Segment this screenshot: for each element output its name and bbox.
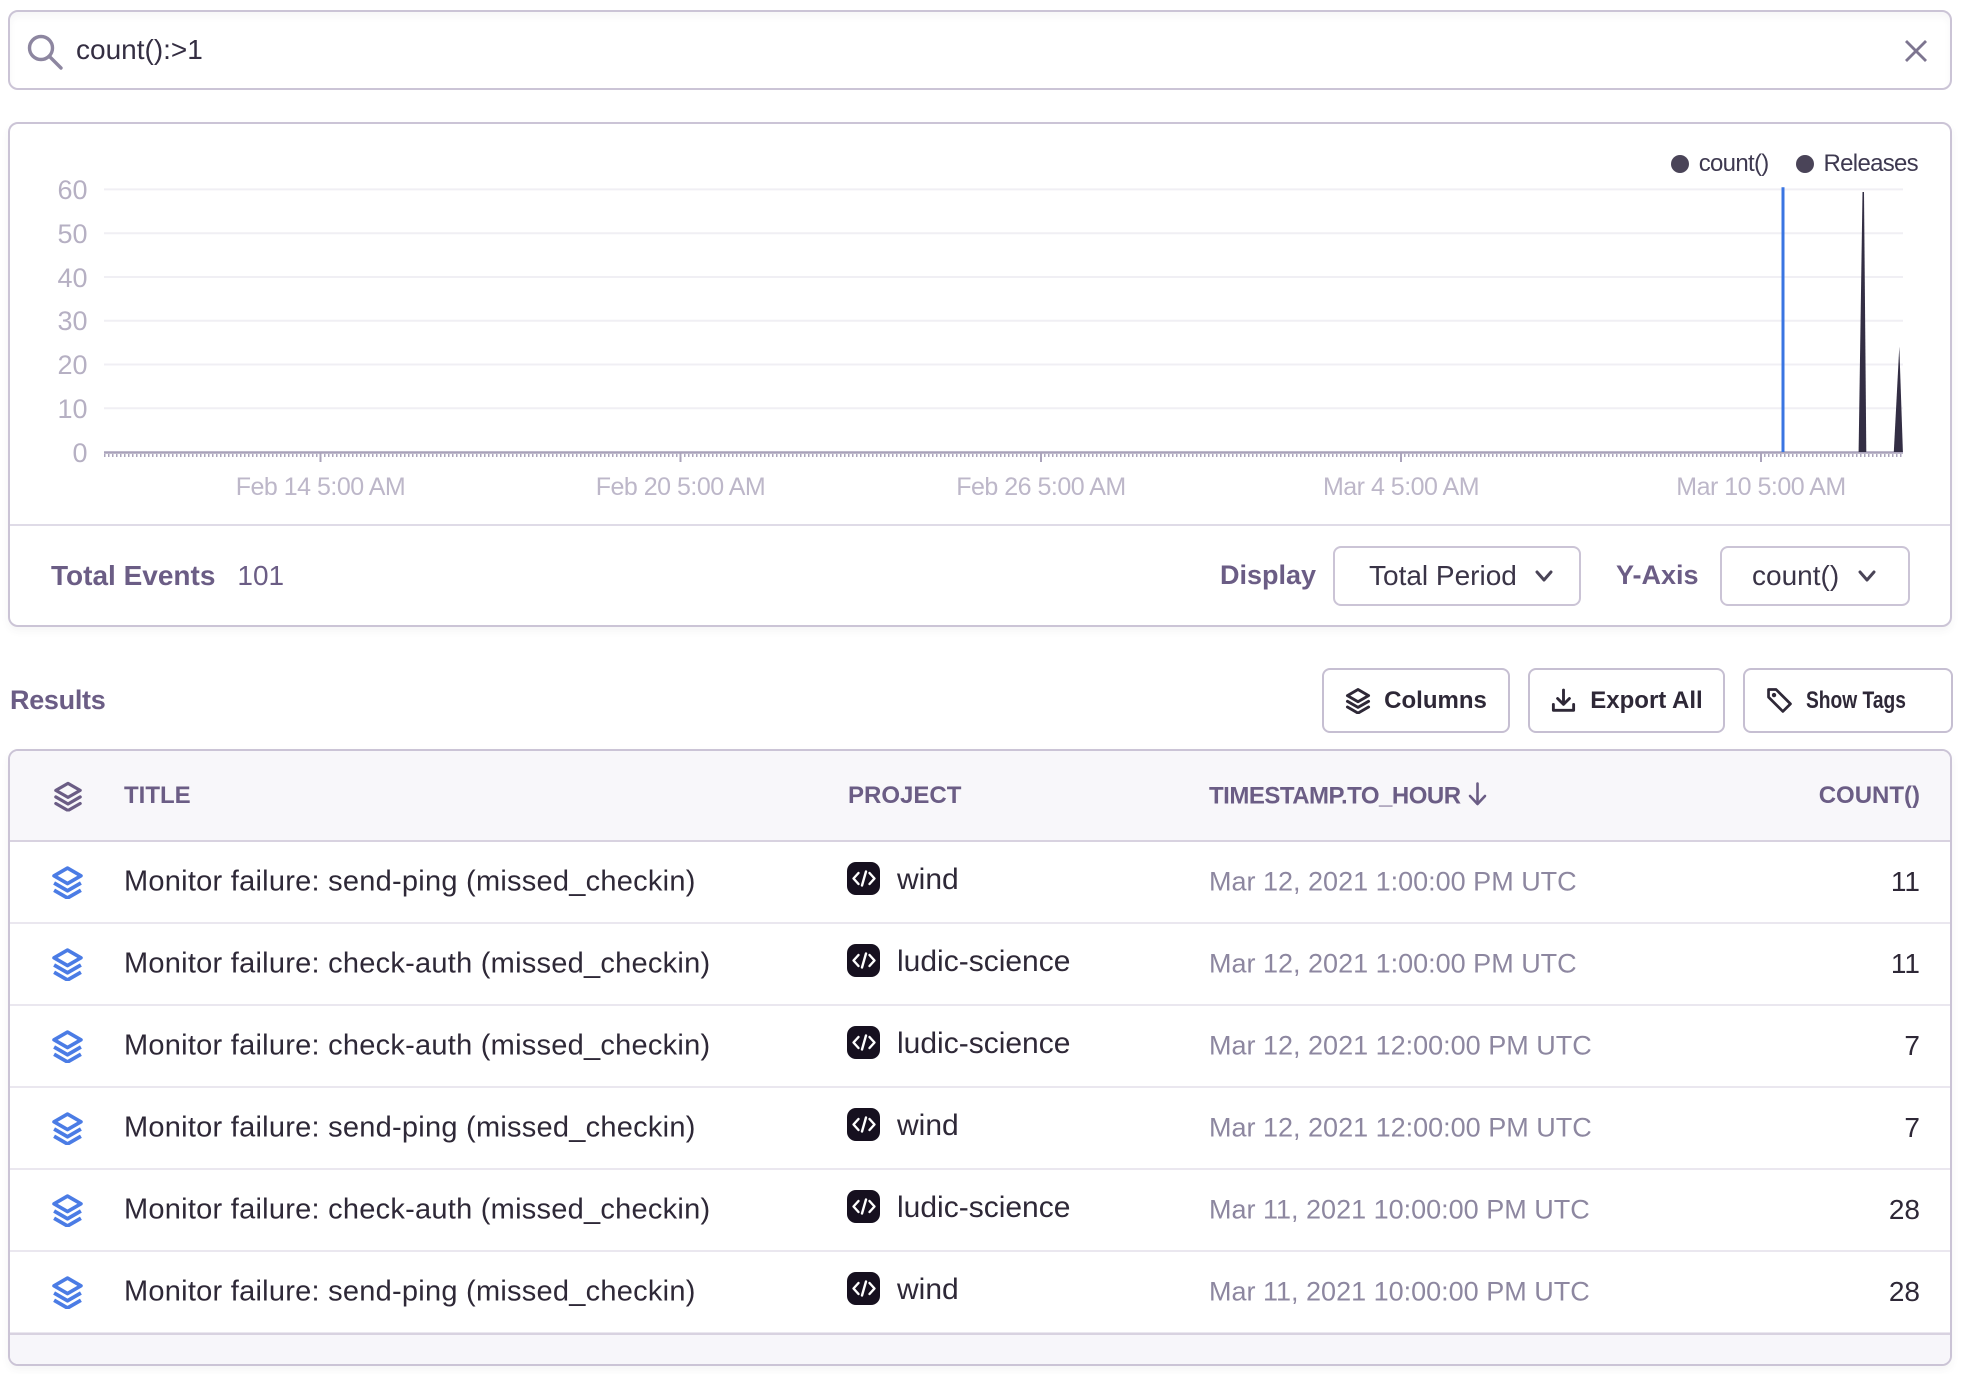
svg-text:Mar 4 5:00 AM: Mar 4 5:00 AM	[1323, 473, 1479, 501]
svg-text:30: 30	[57, 306, 87, 336]
svg-text:Mar 10 5:00 AM: Mar 10 5:00 AM	[1676, 473, 1845, 501]
svg-text:60: 60	[57, 175, 87, 205]
svg-text:40: 40	[57, 263, 87, 293]
svg-text:Feb 14 5:00 AM: Feb 14 5:00 AM	[236, 473, 406, 501]
svg-text:10: 10	[57, 394, 87, 424]
svg-text:0: 0	[72, 438, 87, 468]
svg-text:Feb 20 5:00 AM: Feb 20 5:00 AM	[596, 473, 766, 501]
svg-text:50: 50	[57, 219, 87, 249]
svg-text:20: 20	[57, 350, 87, 380]
svg-text:Feb 26 5:00 AM: Feb 26 5:00 AM	[956, 473, 1126, 501]
